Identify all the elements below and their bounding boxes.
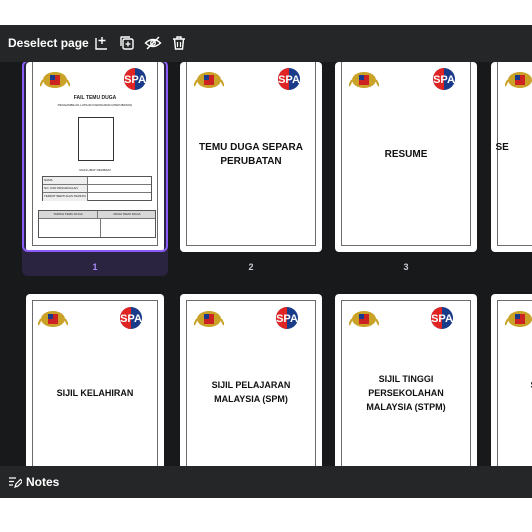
malaysia-crest-logo [194,311,224,327]
svg-text:SPA: SPA [431,313,453,325]
svg-text:SPA: SPA [433,74,455,86]
page-number: 2 [248,262,254,272]
spa-logo: SPA [276,307,298,329]
spa-logo: SPA [278,68,300,90]
malaysia-crest-logo [505,311,532,327]
cover-title: FAIL TEMU DUGA [73,95,117,101]
cover-subtitle: PENGAMBILAN LATIHAN KEPAKARAN (PERUBATAN… [57,103,133,107]
spa-logo: SPA [124,68,146,90]
personal-info-table: NAMA NO. KAD PENGENALAN TEMPAT BERTUGAS … [42,176,152,201]
malaysia-crest-logo [38,311,68,327]
page-thumbnail-4[interactable]: SE DOKU [491,62,532,276]
page-title: RESUME [384,149,428,160]
photo-placeholder [78,117,114,161]
malaysia-crest-logo [349,311,379,327]
spa-logo: SPA [433,68,455,90]
page-title: SE DOKU [495,142,532,153]
page-thumbnail-5[interactable]: SPA SIJIL KELAHIRAN [26,294,164,466]
duplicate-page-icon[interactable] [118,34,136,52]
malaysia-crest-logo [349,72,379,88]
page-title: SIJIL PELAJARAN MALAYSIA (SPM) [211,380,291,404]
delete-page-icon[interactable] [170,34,188,52]
page-title: SIJIL KELAHIRAN [56,388,134,398]
page-title: SI D [509,378,532,406]
cover-section-label: MAKLUMAT PERIBADI [79,168,111,172]
page-thumbnail-2[interactable]: SPA TEMU DUGA SEPARA PERUBATAN 2 [180,62,322,276]
page-title: TEMU DUGA SEPARA PERUBATAN [199,142,303,167]
page-thumbnail-1[interactable]: SPA FAIL TEMU DUGA PENGAMBILAN LATIHAN K… [22,62,168,276]
notes-icon[interactable] [8,475,24,489]
page-thumbnail-8[interactable]: SI D [491,294,532,466]
deselect-page-button[interactable]: Deselect page [8,36,89,50]
malaysia-crest-logo [194,72,224,88]
svg-text:SPA: SPA [276,313,298,325]
page-number: 1 [92,262,98,272]
spa-logo: SPA [120,307,142,329]
svg-text:SPA: SPA [124,74,146,86]
page-thumbnail-3[interactable]: SPA RESUME 3 [335,62,477,276]
malaysia-crest-logo [505,72,532,88]
svg-text:SPA: SPA [120,313,142,325]
spa-logo: SPA [431,307,453,329]
page-toolbar: Deselect page [0,25,532,62]
interview-schedule-table: TARIKH TEMU DUGA MASA TEMU DUGA [38,210,156,238]
svg-text:SPA: SPA [278,74,300,86]
page-thumbnails-grid: SPA FAIL TEMU DUGA PENGAMBILAN LATIHAN K… [0,62,532,466]
page-thumbnail-7[interactable]: SPA SIJIL TINGGI PERSEKOLAHAN MALAYSIA (… [335,294,477,466]
notes-bar: Notes [0,466,532,498]
page-thumbnail-6[interactable]: SPA SIJIL PELAJARAN MALAYSIA (SPM) [180,294,322,466]
add-page-icon[interactable] [93,34,111,52]
notes-button[interactable]: Notes [26,475,59,489]
hide-page-icon[interactable] [144,34,162,52]
page-number: 3 [403,262,409,272]
malaysia-crest-logo [40,72,70,88]
page-title: SIJIL TINGGI PERSEKOLAHAN MALAYSIA (STPM… [366,374,446,412]
